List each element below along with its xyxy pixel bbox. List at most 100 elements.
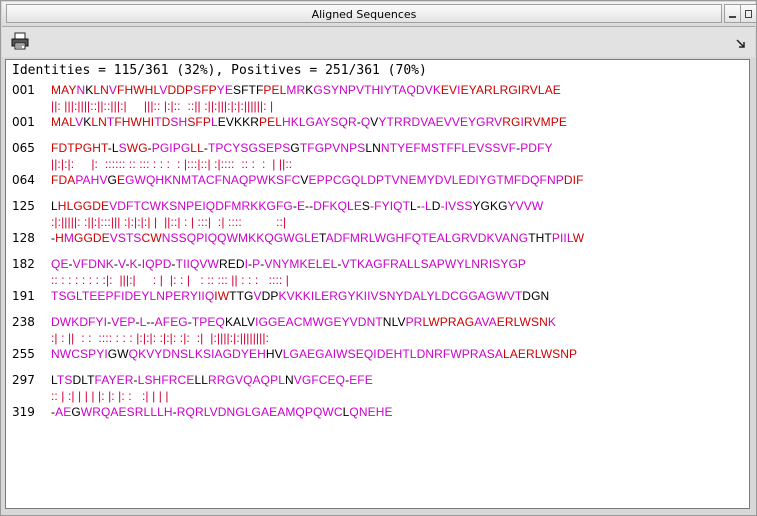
residue: S [117, 231, 126, 245]
residue: V [209, 405, 218, 419]
residue: K [290, 115, 299, 129]
dock-arrow-icon [736, 39, 745, 48]
residue: N [226, 405, 236, 419]
residue: T [175, 257, 184, 271]
residue: F [195, 115, 203, 129]
residue: M [349, 231, 360, 245]
residue: A [82, 173, 91, 187]
residue: S [126, 405, 135, 419]
residue: P [248, 173, 257, 187]
residue: Y [507, 199, 516, 213]
residue: E [266, 141, 275, 155]
residue: G [531, 289, 541, 303]
residue: R [124, 373, 134, 387]
residue: S [257, 141, 267, 155]
residue: L [188, 347, 195, 361]
residue: D [441, 289, 451, 303]
residue: T [544, 231, 552, 245]
title-cell[interactable]: Aligned Sequences [6, 4, 722, 23]
residue: W [150, 231, 162, 245]
maximize-button[interactable] [740, 4, 757, 23]
residue: F [284, 173, 292, 187]
residue: D [357, 315, 367, 329]
residue: M [181, 173, 192, 187]
residue: E [552, 83, 561, 97]
print-button[interactable] [10, 32, 32, 52]
residue: W [226, 231, 239, 245]
residue: P [270, 373, 279, 387]
residue: K [224, 315, 234, 329]
residue: D [217, 405, 227, 419]
residue: G [83, 231, 93, 245]
sequence-text: NWCSPYIGWQKVYDNSLKSIAGDYEHHVLGAEGAIWSEQI… [51, 346, 577, 362]
sequence-text: LHLGGDEVDFTCWKSNPEIQDFMRKKGFG-E--DFKQLES… [51, 198, 543, 214]
residue: G [386, 231, 396, 245]
residue: E [310, 231, 320, 245]
residue: R [469, 347, 479, 361]
residue: R [241, 199, 251, 213]
residue: V [253, 289, 262, 303]
residue: Q [360, 115, 371, 129]
residue: A [324, 347, 333, 361]
residue: G [451, 231, 462, 245]
residue: D [79, 315, 89, 329]
residue: W [495, 289, 507, 303]
residue: P [376, 173, 385, 187]
residue: L [111, 141, 119, 155]
residue: W [207, 257, 219, 271]
residue: A [298, 347, 308, 361]
residue: P [461, 347, 470, 361]
residue: K [432, 83, 441, 97]
residue: H [375, 405, 385, 419]
residue: N [177, 199, 187, 213]
residue: G [486, 173, 497, 187]
residue: H [155, 173, 165, 187]
residue: Q [363, 347, 374, 361]
residue: E [101, 231, 110, 245]
residue: H [163, 405, 173, 419]
residue: R [250, 115, 259, 129]
residue: S [530, 315, 540, 329]
residue: V [341, 257, 350, 271]
residue: G [508, 83, 518, 97]
residue: L [347, 199, 354, 213]
residue: W [450, 347, 462, 361]
residue: S [170, 115, 179, 129]
residue: E [428, 231, 437, 245]
residue: A [197, 173, 206, 187]
residue: G [315, 347, 325, 361]
residue: E [333, 315, 342, 329]
sequence-text: DWKDFYI-VEP-L--AFEG-TPEQKALVIGGEACMWGEYV… [51, 314, 556, 330]
residue: F [342, 231, 350, 245]
residue: A [475, 83, 485, 97]
residue: V [532, 115, 541, 129]
residue: P [186, 199, 195, 213]
title-bar[interactable]: Aligned Sequences [2, 2, 757, 27]
residue: Y [544, 141, 553, 155]
sequence-text: TSGLTEEPFIDEYLNPERYIIQIWTTGVDPKVKKILERGY… [51, 288, 549, 304]
residue: Q [530, 173, 540, 187]
residue: F [446, 141, 454, 155]
alignment-block: 182 QE-VFDNK-V-K-IQPD-TIIQVWREDI-P-VNYMKE… [12, 256, 732, 312]
residue: L [244, 405, 252, 419]
residue: N [339, 83, 348, 97]
residue: E [248, 347, 258, 361]
minimize-button[interactable] [724, 4, 741, 23]
residue: F [576, 173, 584, 187]
alignment-panel[interactable]: Identities = 115/361 (32%), Positives = … [5, 59, 750, 509]
residue: D [563, 173, 573, 187]
residue: G [313, 83, 323, 97]
residue: W [117, 347, 129, 361]
residue: T [100, 141, 108, 155]
residue: Y [95, 315, 104, 329]
residue: K [329, 199, 338, 213]
residue: W [519, 315, 531, 329]
residue: P [304, 405, 313, 419]
toolbar [2, 27, 755, 57]
residue: F [357, 373, 365, 387]
residue: V [235, 373, 244, 387]
residue: W [531, 199, 544, 213]
dock-button[interactable] [735, 35, 747, 48]
residue: N [51, 347, 60, 361]
residue: W [59, 347, 72, 361]
